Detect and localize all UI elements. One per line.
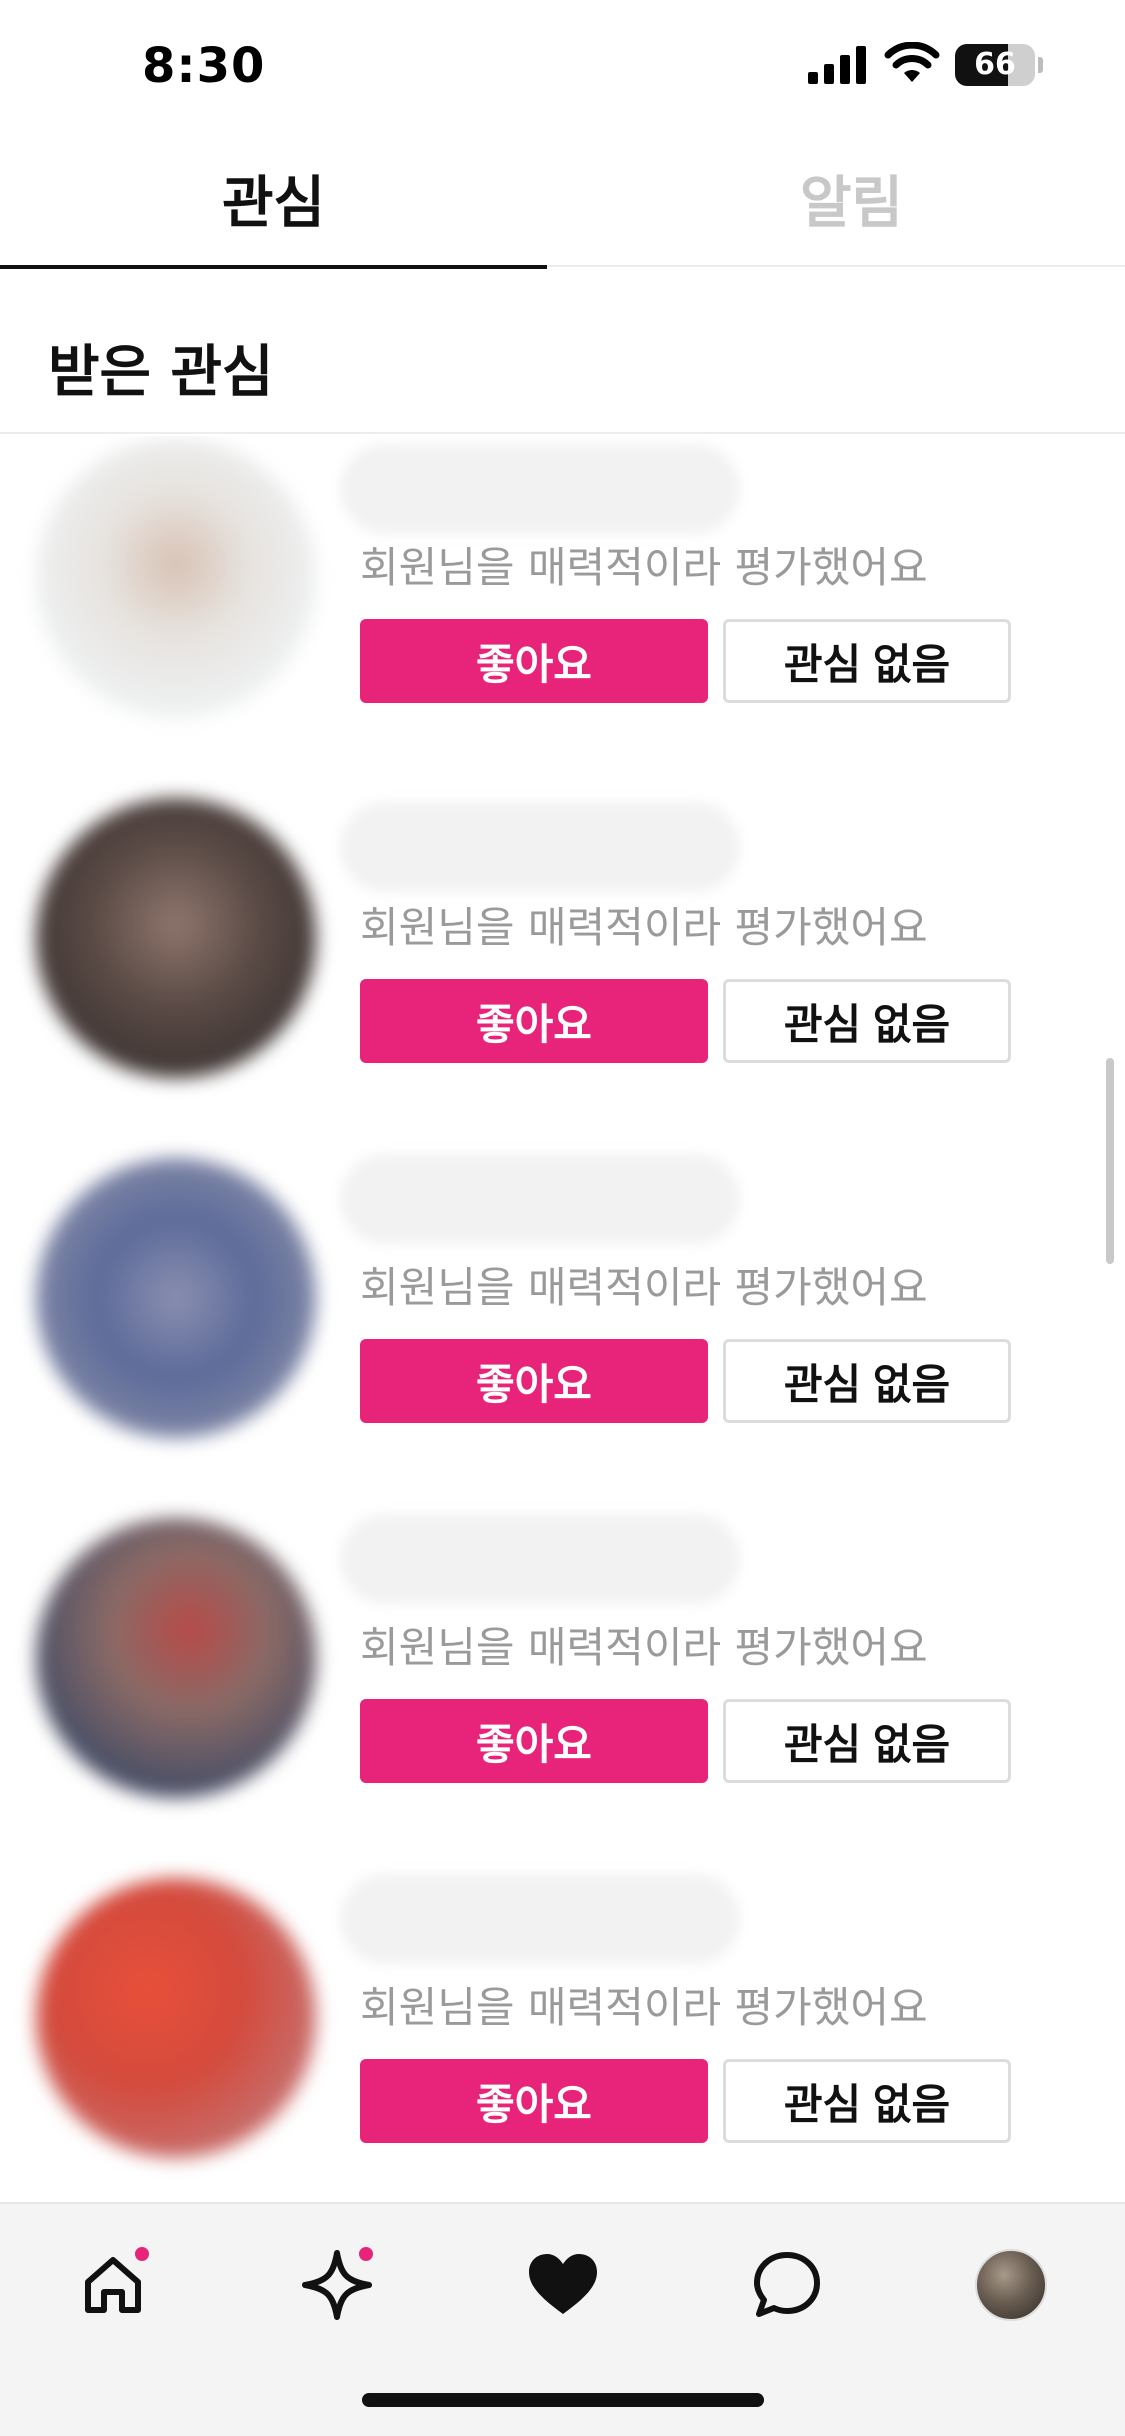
nav-profile[interactable] [966,2240,1056,2330]
like-button[interactable]: 좋아요 [360,1339,708,1423]
avatar[interactable] [36,798,316,1078]
item-message: 회원님을 매력적이라 평가했어요 [360,1983,928,2032]
notification-dot [132,2244,152,2264]
list-item[interactable]: 회원님을 매력적이라 평가했어요 좋아요 관심 없음 [0,1874,1125,2202]
blurred-name [340,444,740,534]
blurred-name [340,1154,740,1244]
cellular-signal-icon [808,46,866,84]
section-title: 받은 관심 [48,340,274,405]
section-header: 받은 관심 [0,269,1125,434]
blurred-name [340,1874,740,1964]
list-item[interactable]: 회원님을 매력적이라 평가했어요 좋아요 관심 없음 [0,796,1125,1156]
nav-home[interactable] [68,2240,158,2330]
battery-level: 66 [974,47,1016,82]
avatar[interactable] [36,1878,316,2158]
item-message: 회원님을 매력적이라 평가했어요 [360,1263,928,1312]
profile-avatar [975,2249,1047,2321]
list-item[interactable]: 회원님을 매력적이라 평가했어요 좋아요 관심 없음 [0,1154,1125,1516]
chat-bubble-icon [754,2252,820,2317]
nav-discover[interactable] [292,2240,382,2330]
item-message: 회원님을 매력적이라 평가했어요 [360,1623,928,1672]
blurred-name [340,1514,740,1604]
not-interested-button[interactable]: 관심 없음 [723,979,1011,1063]
heart-icon [529,2254,597,2314]
list-item[interactable]: 회원님을 매력적이라 평가했어요 좋아요 관심 없음 [0,1514,1125,1876]
like-button[interactable]: 좋아요 [360,619,708,703]
like-button[interactable]: 좋아요 [360,979,708,1063]
avatar[interactable] [36,1158,316,1438]
wifi-icon [884,42,940,82]
not-interested-button[interactable]: 관심 없음 [723,1699,1011,1783]
scrollbar[interactable] [1106,1058,1114,1264]
like-button[interactable]: 좋아요 [360,2059,708,2143]
avatar[interactable] [36,438,316,718]
item-message: 회원님을 매력적이라 평가했어요 [360,543,928,592]
blurred-name [340,802,740,892]
nav-interest[interactable] [518,2240,608,2330]
not-interested-button[interactable]: 관심 없음 [723,1339,1011,1423]
received-interest-list[interactable]: 회원님을 매력적이라 평가했어요 좋아요 관심 없음 회원님을 매력적이라 평가… [0,436,1125,2202]
battery-icon: 66 [955,44,1043,86]
tab-notifications[interactable]: 알림 [578,130,1125,267]
avatar[interactable] [36,1518,316,1798]
not-interested-button[interactable]: 관심 없음 [723,2059,1011,2143]
tab-bar: 관심 알림 [0,130,1125,269]
notification-dot [356,2244,376,2264]
not-interested-button[interactable]: 관심 없음 [723,619,1011,703]
list-item[interactable]: 회원님을 매력적이라 평가했어요 좋아요 관심 없음 [0,436,1125,796]
item-message: 회원님을 매력적이라 평가했어요 [360,903,928,952]
nav-chat[interactable] [742,2240,832,2330]
status-time: 8:30 [142,38,266,94]
battery-tip [1038,57,1043,73]
status-bar: 8:30 66 [0,0,1125,130]
home-indicator [362,2393,764,2407]
battery-body: 66 [955,44,1035,86]
like-button[interactable]: 좋아요 [360,1699,708,1783]
tab-interest[interactable]: 관심 [0,130,547,269]
